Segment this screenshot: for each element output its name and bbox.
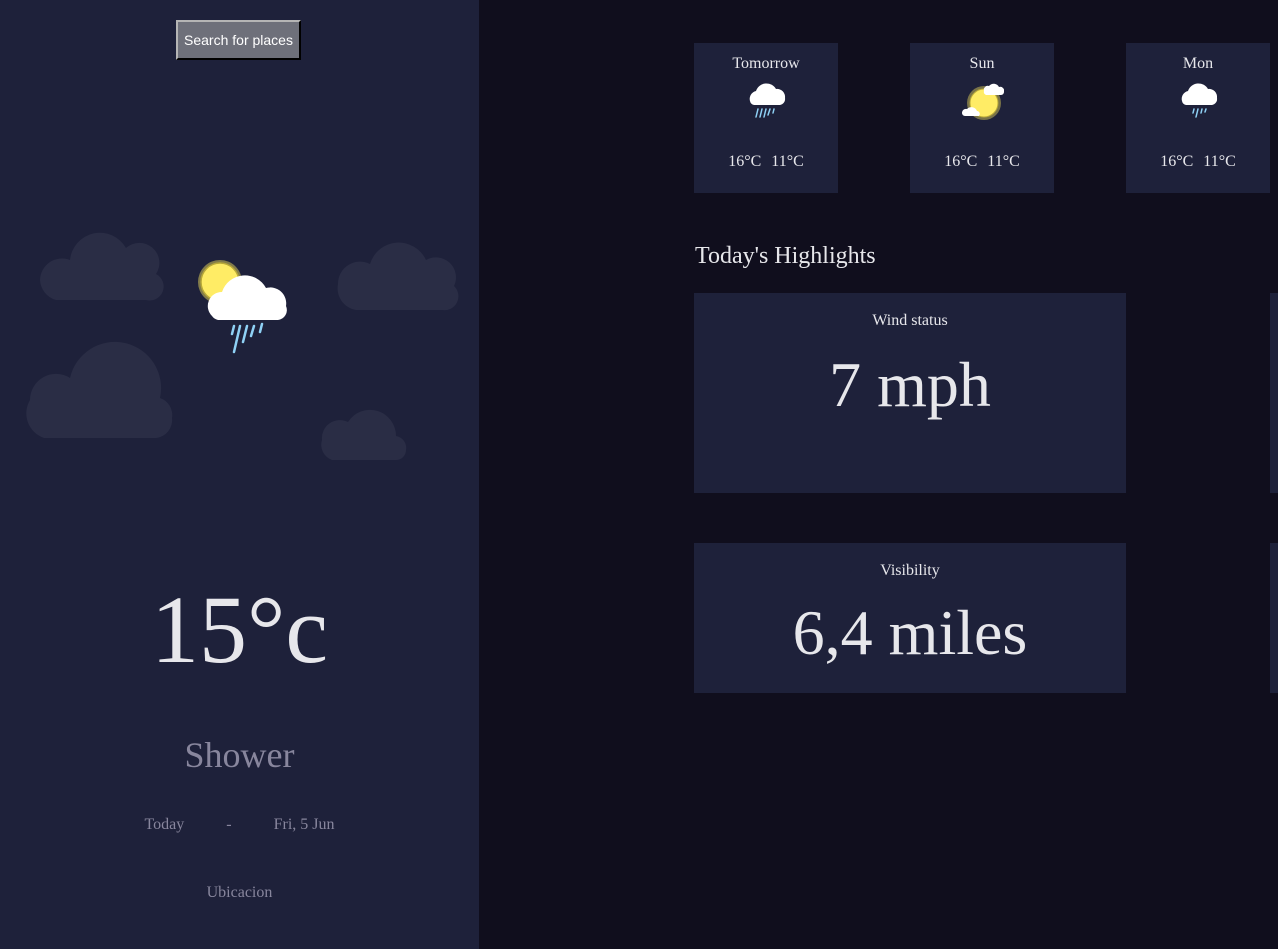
forecast-max-temp: 16°C [944, 153, 978, 170]
light-rain-icon [1181, 83, 1218, 118]
today-label: Today [144, 816, 185, 833]
light-cloud-sun-icon [961, 83, 1004, 120]
current-weather-panel: Search for places 15°c Shower Today - Fr… [0, 0, 479, 949]
forecast-temps: 16°C 11°C [694, 152, 838, 172]
search-places-button[interactable]: Search for places [176, 20, 301, 60]
visibility-card: Visibility 6,4 miles [694, 543, 1126, 693]
weather-condition: Shower [184, 735, 295, 775]
date-separator: - [226, 816, 232, 833]
forecast-day: Mon [1182, 55, 1214, 72]
forecast-card-mon: Mon 16°C 11°C [1126, 43, 1270, 193]
forecast-min-temp: 11°C [987, 153, 1020, 170]
humidity-card [1270, 293, 1278, 493]
wind-status-label: Wind status [872, 312, 948, 329]
forecast-max-temp: 16°C [1160, 153, 1194, 170]
forecast-day: Sun [969, 55, 995, 72]
wind-status-card: Wind status 7 mph [694, 293, 1126, 493]
forecast-temps: 16°C 11°C [1126, 152, 1270, 172]
wind-status-value: 7 mph [829, 349, 991, 420]
forecast-min-temp: 11°C [1203, 153, 1236, 170]
current-temperature: 15°c [151, 576, 328, 683]
date-row: Today - Fri, 5 Jun [0, 815, 479, 835]
visibility-label: Visibility [880, 562, 940, 579]
forecast-min-temp: 11°C [771, 153, 804, 170]
forecast-card-sun: Sun 16°C 11°C [910, 43, 1054, 193]
shower-icon [749, 83, 786, 118]
shower-icon [198, 260, 287, 354]
visibility-value: 6,4 miles [792, 597, 1028, 668]
forecast-card-tomorrow: Tomorrow 16°C 11°C [694, 43, 838, 193]
weather-app: Search for places 15°c Shower Today - Fr… [0, 0, 1278, 949]
air-pressure-card [1270, 543, 1278, 693]
current-date: Fri, 5 Jun [273, 816, 335, 833]
location-label: Ubicacion [206, 884, 273, 901]
forecast-day: Tomorrow [732, 55, 800, 72]
forecast-max-temp: 16°C [728, 153, 762, 170]
forecast-temps: 16°C 11°C [910, 152, 1054, 172]
highlights-title: Today's Highlights [695, 243, 876, 269]
